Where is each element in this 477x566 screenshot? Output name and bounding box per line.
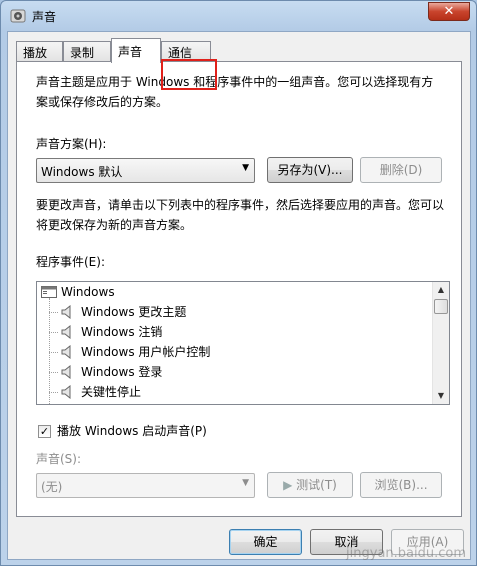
window-title: 声音 [32,10,57,24]
ok-button[interactable]: 确定 [229,529,302,555]
test-sound-button[interactable]: ▶ 测试(T) [267,472,353,498]
startup-sound-checkbox[interactable]: ✓ [38,425,51,438]
list-item-label: Windows 用户帐户控制 [81,345,211,359]
tab-recording[interactable]: 录制 [63,41,111,61]
program-events-list[interactable]: Windows Windows 更改主题 Windows 注销 Windows … [36,281,450,405]
list-item-label: 关键性停止 [81,385,142,399]
sound-scheme-label: 声音方案(H): [36,137,107,151]
scrollbar-thumb[interactable] [434,299,448,314]
sound-theme-description: 声音主题是应用于 Windows 和程序事件中的一组声音。您可以选择现有方案或保… [36,75,434,109]
list-item-label: Windows [61,285,115,299]
sound-select[interactable]: (无) ▼ [36,473,255,498]
events-scrollbar[interactable]: ▲ ▼ [432,282,449,404]
chevron-down-icon: ▼ [242,478,249,488]
list-item-label: Windows 更改主题 [81,305,187,319]
browse-button[interactable]: 浏览(B)... [360,472,442,498]
sound-scheme-select[interactable]: Windows 默认 ▼ [36,158,255,183]
sound-select-value: (无) [41,480,63,494]
play-icon: ▶ [283,478,297,492]
sounds-tab-panel: 声音主题是应用于 Windows 和程序事件中的一组声音。您可以选择现有方案或保… [16,61,462,517]
speaker-icon [61,365,71,379]
close-button[interactable]: ✕ [428,2,470,21]
sound-label: 声音(S): [36,452,82,466]
sound-scheme-value: Windows 默认 [41,165,123,179]
scroll-up-icon[interactable]: ▲ [433,282,449,298]
sound-dialog-window: 声音 ✕ 播放 录制 声音 通信 声音主题是应用于 Windows 和程序事件中… [0,0,477,566]
save-as-button[interactable]: 另存为(V)... [267,157,353,183]
list-item-label: Windows 登录 [81,365,163,379]
delete-scheme-button[interactable]: 删除(D) [360,157,442,183]
speaker-app-icon [10,9,26,23]
speaker-icon [61,305,71,319]
speaker-icon [61,345,71,359]
tab-communications[interactable]: 通信 [161,41,211,61]
change-sound-instruction: 要更改声音，请单击以下列表中的程序事件，然后选择要应用的声音。您可以将更改保存为… [36,198,445,232]
chevron-down-icon: ▼ [242,163,249,173]
tab-playback[interactable]: 播放 [16,41,63,61]
speaker-icon [61,385,71,399]
application-window-icon [41,286,57,298]
program-events-label: 程序事件(E): [36,255,105,269]
scroll-down-icon[interactable]: ▼ [433,388,449,404]
list-item-label: Windows 注销 [81,325,163,339]
dialog-client-area: 播放 录制 声音 通信 声音主题是应用于 Windows 和程序事件中的一组声音… [7,31,471,560]
tab-sounds[interactable]: 声音 [111,38,161,63]
title-bar[interactable]: 声音 ✕ [1,1,476,31]
speaker-icon [61,325,71,339]
watermark: jingyan.baidu.com [346,546,466,561]
startup-sound-label: 播放 Windows 启动声音(P) [57,424,207,438]
close-icon: ✕ [443,4,455,19]
